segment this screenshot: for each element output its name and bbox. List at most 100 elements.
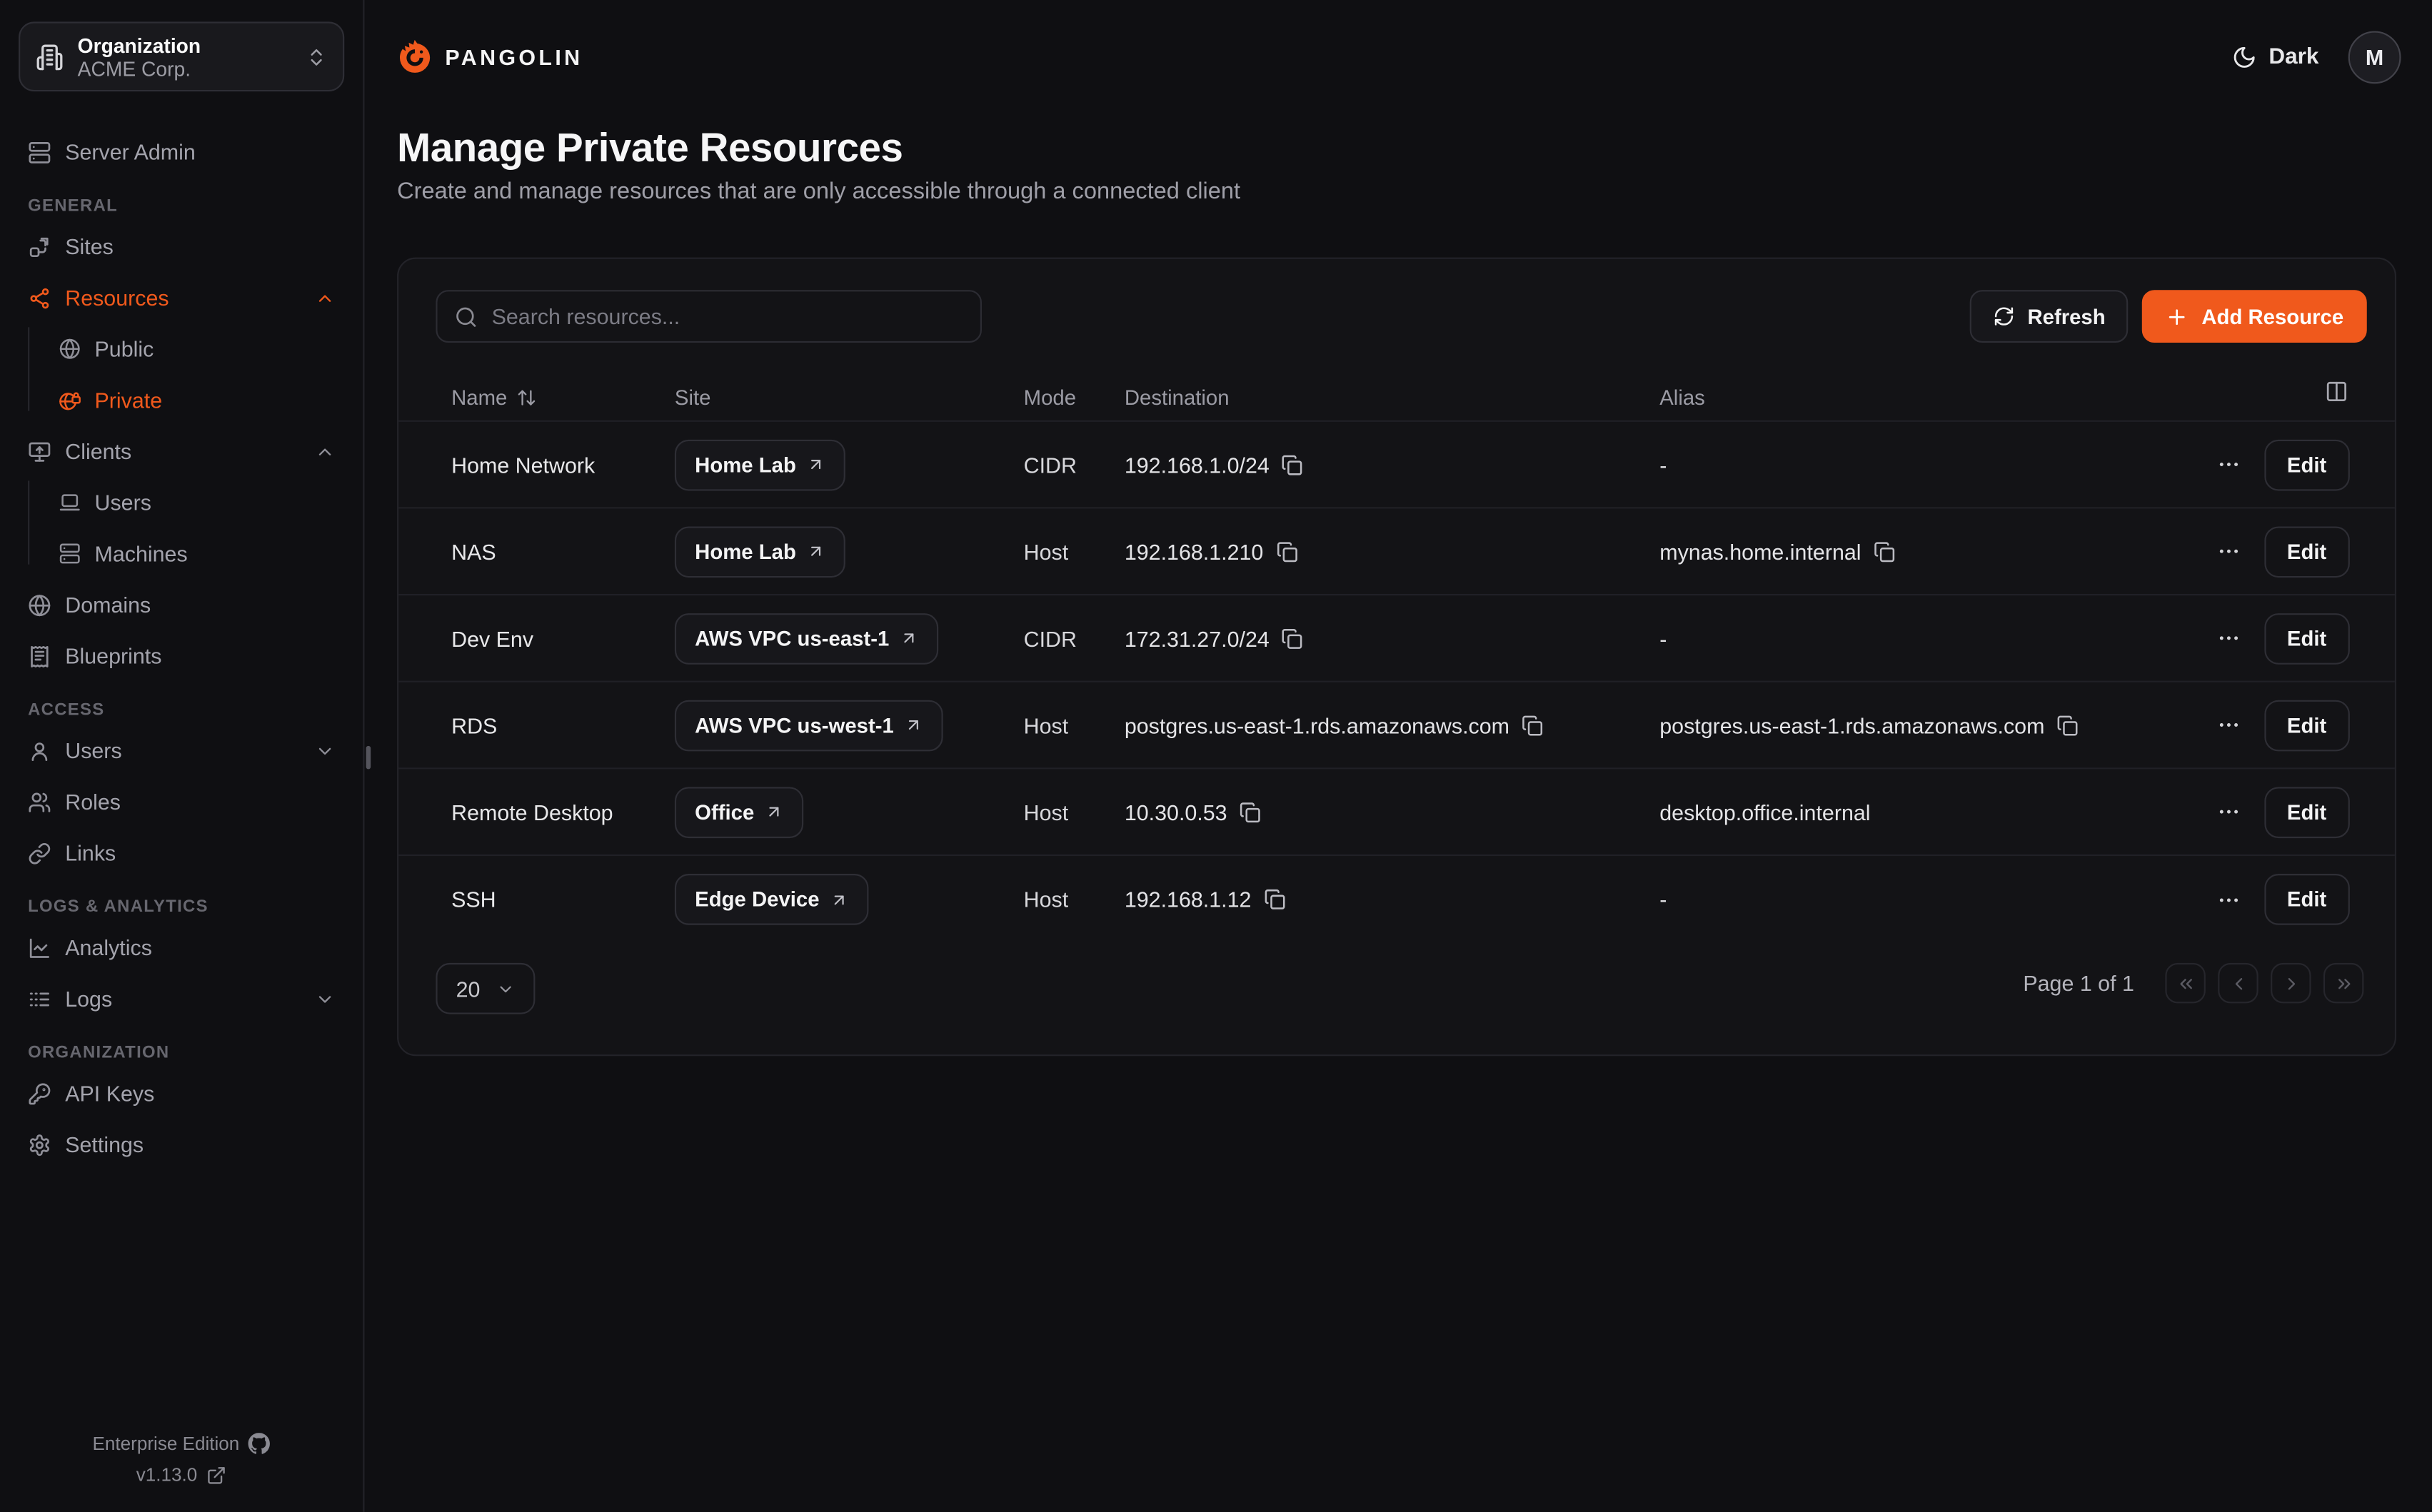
site-link-button[interactable]: Home Lab [675,525,846,577]
edition-line: Enterprise Edition [0,1428,363,1459]
sidebar-item-api-keys[interactable]: API Keys [19,1072,344,1115]
sidebar-footer: Enterprise Edition v1.13.0 [0,1428,363,1491]
site-link-button[interactable]: Home Lab [675,439,846,490]
edit-button[interactable]: Edit [2263,786,2350,837]
sidebar-item-links[interactable]: Links [19,831,344,875]
add-resource-button[interactable]: Add Resource [2143,290,2367,343]
copy-destination-button[interactable] [1282,453,1303,475]
resource-name: Dev Env [451,625,533,650]
sidebar-item-analytics[interactable]: Analytics [19,926,344,969]
key-icon [28,1082,51,1105]
section-label-logs-analytics: LOGS & ANALYTICS [19,898,344,917]
sidebar-item-sites[interactable]: Sites [19,225,344,268]
row-menu-button[interactable] [2216,539,2241,564]
chevron-down-icon [496,979,514,998]
last-page-button[interactable] [2323,963,2363,1003]
edit-button[interactable]: Edit [2263,700,2350,751]
resource-alias: - [1659,887,1667,912]
page-size-select[interactable]: 20 [436,963,534,1014]
page-subtitle: Create and manage resources that are onl… [397,178,1240,205]
arrow-up-right-icon [905,715,923,734]
github-icon[interactable] [248,1433,270,1454]
table-body: Home Network Home Lab CIDR 192.168.1.0/2… [398,422,2395,943]
resource-alias: - [1659,452,1667,477]
gear-icon [28,1133,51,1156]
search-input[interactable] [492,304,963,329]
org-switcher-label: Organization [78,34,201,57]
resource-name: NAS [451,539,496,564]
sidebar-item-domains[interactable]: Domains [19,583,344,627]
resource-mode: Host [1024,800,1069,825]
sidebar-item-resources[interactable]: Resources [19,276,344,320]
column-header-alias: Alias [1659,373,1705,421]
sidebar-item-roles[interactable]: Roles [19,780,344,824]
sidebar-item-users[interactable]: Users [19,729,344,772]
resource-mode: Host [1024,539,1069,564]
sidebar-item-clients[interactable]: Clients [19,430,344,473]
chevron-up-icon [315,441,335,461]
edit-button[interactable]: Edit [2263,439,2350,490]
row-menu-button[interactable] [2216,887,2241,912]
sidebar-item-settings[interactable]: Settings [19,1123,344,1166]
avatar[interactable]: M [2348,31,2401,84]
sidebar-item-server-admin[interactable]: Server Admin [19,130,344,173]
pangolin-logo-icon [397,39,433,74]
copy-destination-button[interactable] [1240,801,1261,822]
refresh-button[interactable]: Refresh [1970,290,2129,343]
arrow-up-right-icon [807,455,825,474]
arrow-up-right-icon [900,629,919,647]
column-header-name: Name [451,373,537,421]
laptop-icon [59,492,81,513]
resource-destination: 192.168.1.12 [1125,887,1285,912]
org-switcher[interactable]: Organization ACME Corp. [19,21,344,91]
site-link-button[interactable]: AWS VPC us-east-1 [675,613,939,664]
edit-button[interactable]: Edit [2263,525,2350,577]
monitor-up-icon [28,440,51,463]
theme-toggle[interactable]: Dark [2231,45,2318,70]
columns-toggle-button[interactable] [2325,380,2348,403]
prev-page-button[interactable] [2218,963,2258,1003]
resource-name: Remote Desktop [451,800,613,825]
row-menu-button[interactable] [2216,712,2241,737]
sidebar-item-client-users[interactable]: Users [19,480,344,524]
resource-destination: 192.168.1.210 [1125,539,1297,564]
copy-alias-button[interactable] [2057,714,2079,735]
site-link-button[interactable]: AWS VPC us-west-1 [675,700,943,751]
resource-mode: Host [1024,887,1069,912]
pager: Page 1 of 1 [2023,963,2363,1003]
table-row: Dev Env AWS VPC us-east-1 CIDR 172.31.27… [398,595,2395,682]
row-menu-button[interactable] [2216,452,2241,477]
copy-destination-button[interactable] [1282,628,1303,649]
sidebar-scrollbar-thumb[interactable] [366,746,371,770]
sidebar-item-private[interactable]: Private [19,378,344,422]
copy-alias-button[interactable] [1874,540,1895,562]
column-header-mode: Mode [1024,373,1076,421]
edit-button[interactable]: Edit [2263,874,2350,925]
sort-icon[interactable] [516,388,536,408]
row-menu-button[interactable] [2216,625,2241,650]
sidebar-item-public[interactable]: Public [19,327,344,371]
site-link-button[interactable]: Edge Device [675,874,869,925]
copy-destination-button[interactable] [1522,714,1543,735]
sidebar-item-blueprints[interactable]: Blueprints [19,634,344,677]
copy-destination-button[interactable] [1264,889,1285,910]
sidebar-item-logs[interactable]: Logs [19,977,344,1020]
resource-destination: 192.168.1.0/24 [1125,452,1304,477]
sites-icon [28,235,51,258]
version-line[interactable]: v1.13.0 [0,1459,363,1490]
edit-button[interactable]: Edit [2263,613,2350,664]
sidebar-item-machines[interactable]: Machines [19,532,344,575]
site-link-button[interactable]: Office [675,786,804,837]
chevrons-up-down-icon [306,46,327,67]
next-page-button[interactable] [2271,963,2311,1003]
first-page-button[interactable] [2165,963,2205,1003]
resource-alias: mynas.home.internal [1659,539,1895,564]
section-label-organization: ORGANIZATION [19,1044,344,1062]
table-row: NAS Home Lab Host 192.168.1.210 mynas.ho… [398,508,2395,595]
server-icon [28,141,51,164]
resource-mode: CIDR [1024,625,1077,650]
plus-icon [2166,305,2189,328]
row-menu-button[interactable] [2216,800,2241,825]
copy-destination-button[interactable] [1276,540,1297,562]
brand: PANGOLIN [397,39,583,74]
